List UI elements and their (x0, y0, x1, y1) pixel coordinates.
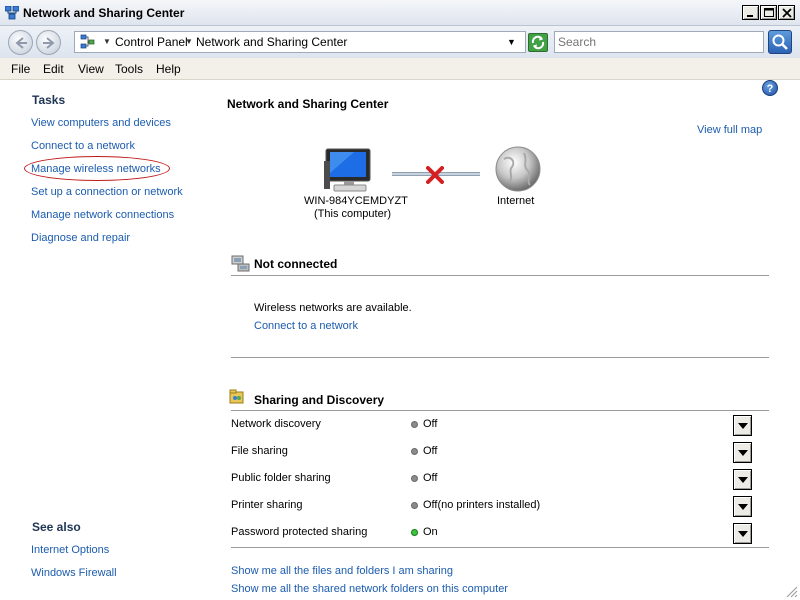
resize-grip-icon[interactable] (784, 584, 798, 598)
forward-button[interactable] (36, 30, 61, 55)
expand-button[interactable] (733, 496, 752, 517)
page-title: Network and Sharing Center (227, 97, 389, 111)
status-off-icon (411, 421, 418, 428)
row-label: Public folder sharing (231, 472, 331, 484)
row-label: Printer sharing (231, 499, 303, 511)
task-setup-connection[interactable]: Set up a connection or network (31, 186, 183, 198)
highlight-annotation-circle (24, 156, 170, 181)
row-value: Off (423, 418, 438, 430)
vertical-scrollbar[interactable] (785, 80, 800, 600)
help-icon[interactable]: ? (762, 80, 778, 96)
computer-sub-label: (This computer) (314, 208, 392, 220)
maximize-button[interactable] (760, 5, 777, 20)
show-shared-folders-link[interactable]: Show me all the shared network folders o… (231, 583, 508, 595)
address-history-dropdown-icon[interactable]: ▼ (507, 37, 516, 47)
expand-button[interactable] (733, 415, 752, 436)
sharing-icon (229, 389, 244, 404)
menu-bar: File Edit View Tools Help (0, 58, 800, 80)
connect-to-network-link[interactable]: Connect to a network (254, 320, 358, 332)
row-label: Network discovery (231, 418, 321, 430)
task-connect-network[interactable]: Connect to a network (31, 140, 135, 152)
task-view-computers[interactable]: View computers and devices (31, 117, 171, 129)
computer-name: WIN-984YCEMDYZT (304, 195, 408, 207)
menu-edit[interactable]: Edit (43, 62, 64, 76)
task-diagnose-repair[interactable]: Diagnose and repair (31, 232, 130, 244)
refresh-icon (531, 35, 545, 50)
computer-icon (324, 148, 371, 192)
sharing-row-public-folder: Public folder sharing Off (231, 469, 769, 496)
address-toolbar: ▼ Control Panel ▼ Network and Sharing Ce… (0, 26, 800, 58)
address-field[interactable]: ▼ Control Panel ▼ Network and Sharing Ce… (74, 31, 526, 53)
status-off-icon (411, 475, 418, 482)
search-box[interactable] (554, 31, 764, 53)
menu-help[interactable]: Help (156, 62, 181, 76)
network-status-title: Not connected (254, 257, 338, 271)
breadcrumb-separator-icon[interactable]: ▼ (103, 37, 111, 46)
minimize-button[interactable] (742, 5, 759, 20)
see-also-heading: See also (32, 520, 81, 534)
sharing-row-network-discovery: Network discovery Off (231, 415, 769, 442)
breadcrumb-network-sharing[interactable]: Network and Sharing Center (196, 35, 347, 49)
expand-button[interactable] (733, 442, 752, 463)
sharing-row-file-sharing: File sharing Off (231, 442, 769, 469)
status-off-icon (411, 502, 418, 509)
network-status-icon (231, 255, 250, 272)
title-bar[interactable]: Network and Sharing Center (0, 0, 800, 26)
sharing-row-printer-sharing: Printer sharing Off(no printers installe… (231, 496, 769, 523)
breadcrumb-control-panel[interactable]: Control Panel (115, 35, 188, 49)
chevron-down-icon (738, 423, 748, 429)
status-on-icon (411, 529, 418, 536)
close-button[interactable] (778, 5, 795, 20)
chevron-down-icon (738, 450, 748, 456)
control-panel-icon (80, 34, 96, 50)
expand-button[interactable] (733, 469, 752, 490)
breadcrumb-separator-icon[interactable]: ▼ (185, 37, 193, 46)
task-manage-connections[interactable]: Manage network connections (31, 209, 174, 221)
expand-button[interactable] (733, 523, 752, 544)
refresh-button[interactable] (528, 33, 548, 52)
internet-label: Internet (497, 195, 535, 207)
back-arrow-icon (15, 37, 27, 49)
row-label: File sharing (231, 445, 288, 457)
row-label: Password protected sharing (231, 526, 368, 538)
sharing-row-password-protected: Password protected sharing On (231, 523, 769, 550)
chevron-down-icon (738, 531, 748, 537)
section-divider (231, 410, 769, 411)
link-internet-options[interactable]: Internet Options (31, 544, 109, 556)
chevron-down-icon (738, 504, 748, 510)
close-icon (782, 8, 792, 18)
disconnected-x-icon[interactable] (426, 166, 444, 184)
row-value: On (423, 526, 438, 538)
section-divider (231, 547, 769, 548)
network-app-icon (4, 5, 20, 20)
row-value: Off (423, 472, 438, 484)
link-windows-firewall[interactable]: Windows Firewall (31, 567, 117, 579)
row-value: Off(no printers installed) (423, 499, 541, 511)
window-title: Network and Sharing Center (23, 6, 185, 20)
back-button[interactable] (8, 30, 33, 55)
section-divider (231, 357, 769, 358)
search-button[interactable] (768, 30, 792, 54)
status-off-icon (411, 448, 418, 455)
menu-view[interactable]: View (78, 62, 104, 76)
wireless-available-message: Wireless networks are available. (254, 302, 412, 314)
menu-tools[interactable]: Tools (115, 62, 143, 76)
menu-file[interactable]: File (11, 62, 30, 76)
view-full-map-link[interactable]: View full map (697, 124, 762, 136)
maximize-icon (764, 8, 774, 17)
row-value: Off (423, 445, 438, 457)
forward-arrow-icon (43, 37, 55, 49)
minimize-icon (747, 15, 753, 17)
internet-globe-icon[interactable] (494, 145, 544, 195)
search-input[interactable] (558, 33, 758, 51)
chevron-down-icon (738, 477, 748, 483)
tasks-heading: Tasks (32, 93, 66, 107)
search-icon (772, 34, 788, 50)
section-divider (231, 275, 769, 276)
show-shared-files-link[interactable]: Show me all the files and folders I am s… (231, 565, 453, 577)
sharing-title: Sharing and Discovery (254, 393, 385, 407)
